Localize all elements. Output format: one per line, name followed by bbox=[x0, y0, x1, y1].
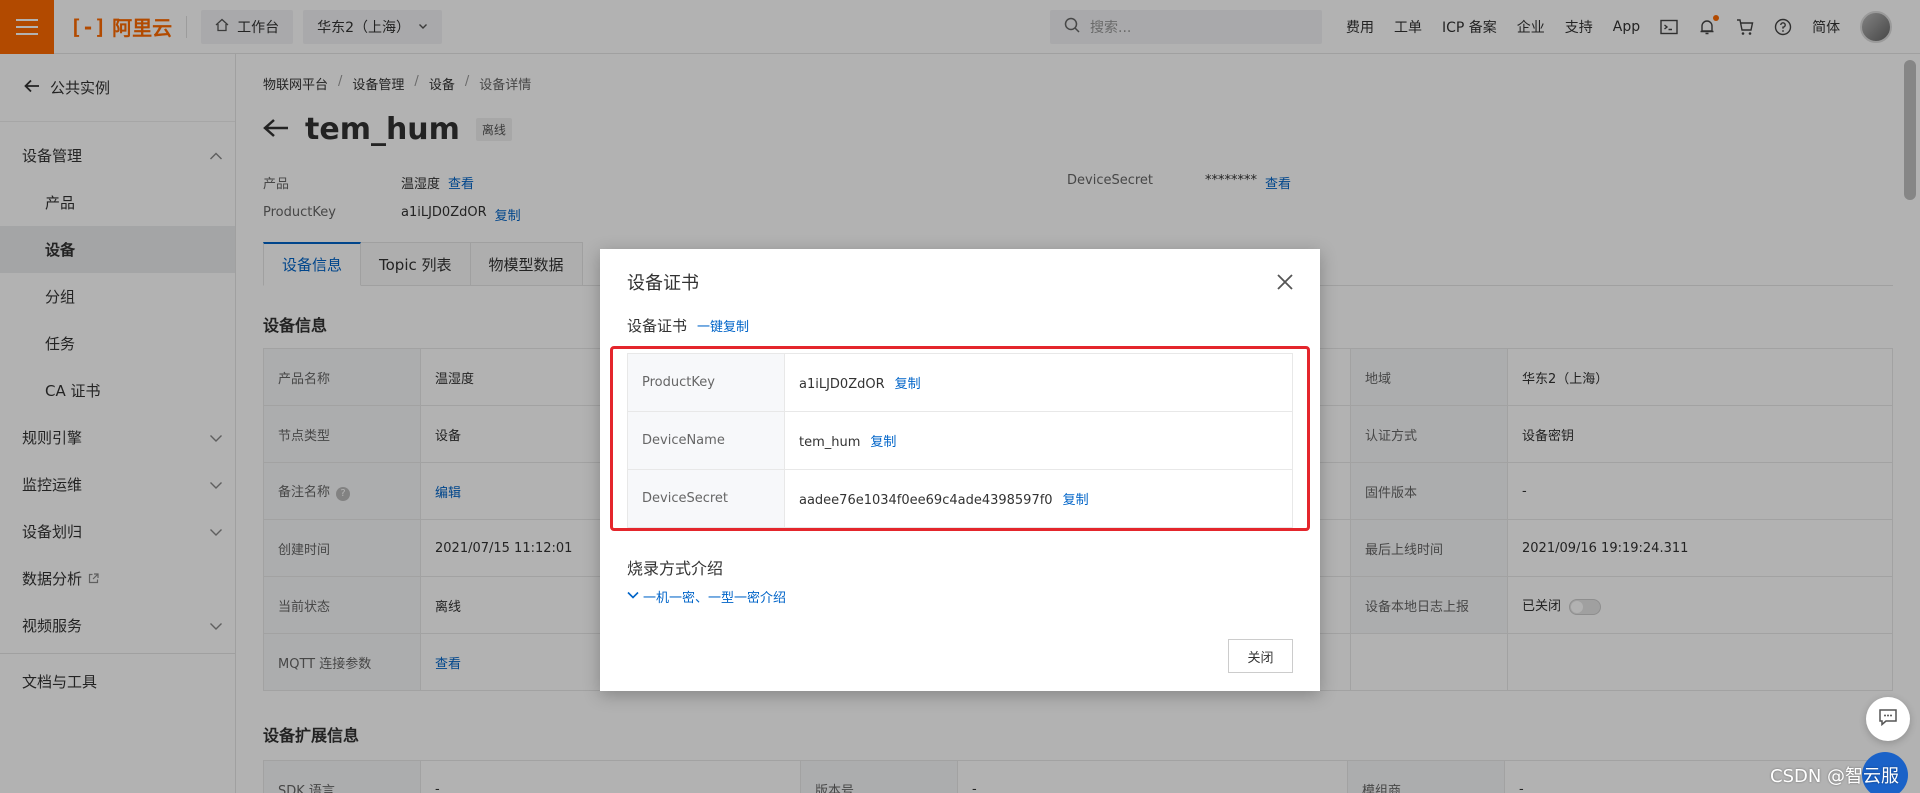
cert-subtitle-row: 设备证书 一键复制 bbox=[627, 316, 750, 335]
close-button[interactable]: 关闭 bbox=[1228, 639, 1293, 673]
close-icon[interactable] bbox=[1273, 270, 1297, 294]
chevron-down-icon bbox=[627, 589, 639, 604]
watermark-text: CSDN @智云服 bbox=[1770, 766, 1900, 787]
highlight-frame bbox=[610, 346, 1310, 531]
dialog-title: 设备证书 bbox=[627, 273, 699, 294]
burn-method-link[interactable]: 一机一密、一型一密介绍 bbox=[627, 587, 786, 606]
device-certificate-dialog: 设备证书 设备证书 一键复制 ProductKey a1iLJD0ZdOR 复制 … bbox=[600, 249, 1320, 691]
feedback-button[interactable] bbox=[1866, 697, 1910, 741]
burn-method-title: 烧录方式介绍 bbox=[627, 559, 724, 578]
chat-icon bbox=[1878, 708, 1898, 730]
copy-all-link[interactable]: 一键复制 bbox=[697, 316, 749, 335]
